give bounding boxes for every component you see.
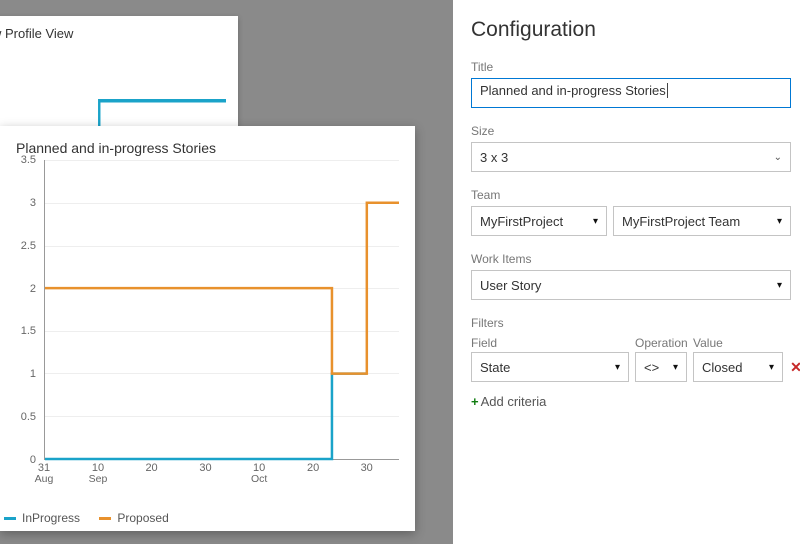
plot-region — [44, 160, 399, 460]
filters-label: Filters — [471, 316, 792, 330]
configuration-panel: Configuration Title Planned and in-progr… — [453, 0, 800, 544]
chevron-down-icon: ▾ — [593, 216, 598, 227]
filter-operation-select[interactable]: <> ▾ — [635, 352, 687, 382]
chevron-down-icon: ⌄ — [774, 152, 782, 163]
team-label: Team — [471, 188, 792, 202]
y-tick: 1 — [30, 368, 36, 380]
chart-title: Planned and in-progress Stories — [16, 140, 399, 156]
y-axis: 3.5 3 2.5 2 1.5 1 0.5 0 — [16, 160, 40, 460]
y-tick: 2 — [30, 283, 36, 295]
title-label: Title — [471, 60, 792, 74]
add-criteria-button[interactable]: +Add criteria — [471, 394, 792, 409]
chevron-down-icon: ▾ — [777, 216, 782, 227]
chevron-down-icon: ▾ — [769, 362, 774, 373]
legend-item-inprogress: InProgress — [4, 511, 80, 525]
filter-field-select[interactable]: State ▾ — [471, 352, 629, 382]
chart-area: 3.5 3 2.5 2 1.5 1 0.5 0 — [16, 160, 399, 500]
team-name-select[interactable]: MyFirstProject Team ▾ — [613, 206, 791, 236]
filter-value-select[interactable]: Closed ▾ — [693, 352, 783, 382]
chart-legend: InProgress Proposed — [4, 509, 185, 526]
modal-backdrop: w Profile View Planned and in-progress S… — [0, 0, 453, 544]
size-label: Size — [471, 124, 792, 138]
chart-preview-card: Planned and in-progress Stories 3.5 3 2.… — [0, 126, 415, 531]
series-line — [45, 203, 399, 374]
chevron-down-icon: ▾ — [777, 280, 782, 291]
chevron-down-icon: ▾ — [615, 362, 620, 373]
legend-swatch-icon — [99, 517, 111, 520]
title-input[interactable]: Planned and in-progress Stories — [471, 78, 791, 108]
remove-filter-button[interactable]: ✕ — [789, 359, 800, 376]
plus-icon: + — [471, 394, 479, 409]
y-tick: 0.5 — [21, 411, 36, 423]
work-items-select[interactable]: User Story ▾ — [471, 270, 791, 300]
series-line — [45, 374, 367, 459]
filters-header: Field Operation Value — [471, 336, 791, 350]
size-select[interactable]: 3 x 3 ⌄ — [471, 142, 791, 172]
team-project-select[interactable]: MyFirstProject ▾ — [471, 206, 607, 236]
series-svg — [45, 160, 399, 459]
work-items-label: Work Items — [471, 252, 792, 266]
x-axis: 31Aug 10Sep 20 30 10Oct 20 30 — [44, 462, 399, 490]
ghost-widget-title: w Profile View — [0, 26, 226, 41]
y-tick: 2.5 — [21, 240, 36, 252]
chevron-down-icon: ▾ — [673, 362, 678, 373]
filter-row: State ▾ <> ▾ Closed ▾ ✕ — [471, 352, 800, 382]
y-tick: 3.5 — [21, 154, 36, 166]
y-tick: 3 — [30, 197, 36, 209]
legend-swatch-icon — [4, 517, 16, 520]
y-tick: 1.5 — [21, 325, 36, 337]
legend-item-proposed: Proposed — [99, 511, 168, 525]
panel-heading: Configuration — [471, 18, 792, 42]
